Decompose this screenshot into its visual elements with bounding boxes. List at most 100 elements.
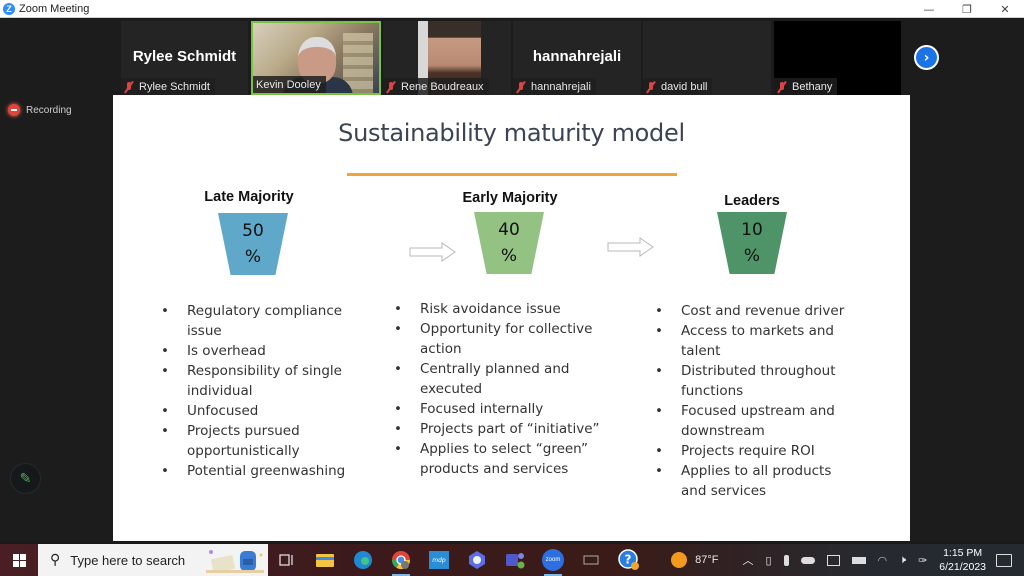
annotate-button[interactable]: ✎ — [10, 463, 41, 494]
windows-logo-icon — [12, 553, 26, 567]
stage-percent-sign: % — [244, 247, 262, 267]
bullet-item: Applies to select “green” products and s… — [390, 439, 605, 479]
pen-icon: ✑ — [918, 554, 928, 567]
participant-name-label: Rylee Schmidt — [121, 78, 215, 95]
system-tray: 87°F ︿ ▯ ◠ 🕨 ✑ 1:15 PM 6/21/2023 — [665, 544, 1024, 576]
window-controls: — ❐ ✕ — [910, 0, 1024, 18]
arrow-right-icon — [607, 237, 654, 257]
stage-percent-value: 50 — [242, 221, 264, 241]
bullet-item: Centrally planned and executed — [390, 359, 605, 399]
meeting-area: Rylee Schmidt Rylee Schmidt Kevin Dooley… — [0, 19, 1024, 541]
participant-tile[interactable]: hannahrejali hannahrejali — [513, 21, 641, 95]
participant-name-label: david bull — [643, 78, 713, 95]
help-app-button[interactable]: ? — [616, 544, 642, 576]
bullet-item: Cost and revenue driver — [651, 301, 851, 321]
tray-security-button[interactable] — [826, 554, 840, 566]
bullet-item: Access to markets and talent — [651, 321, 851, 361]
keyboard-app-button[interactable] — [578, 544, 604, 576]
mic-muted-icon — [386, 81, 396, 93]
microphone-icon — [783, 554, 789, 566]
zoom-app-button[interactable]: zoom — [540, 544, 566, 576]
show-hidden-icons-button[interactable]: ︿ — [742, 552, 753, 568]
weather-temperature: 87°F — [695, 554, 719, 566]
funnel-leaders: 10 % — [717, 212, 787, 274]
start-button[interactable] — [0, 544, 38, 576]
bullet-item: Responsibility of single individual — [157, 361, 357, 401]
app-button[interactable] — [464, 544, 490, 576]
teams-button[interactable] — [502, 544, 528, 576]
file-explorer-button[interactable] — [312, 544, 338, 576]
participant-name-label: Bethany — [774, 78, 838, 95]
taskbar-search[interactable]: ⚲ Type here to search — [38, 544, 268, 576]
weather-widget[interactable]: 87°F — [671, 552, 718, 568]
participant-tile[interactable]: Bethany — [774, 21, 901, 95]
next-participants-button[interactable]: › — [914, 45, 939, 70]
battery-button[interactable] — [851, 556, 866, 564]
bullet-list-leaders: Cost and revenue driver Access to market… — [651, 301, 851, 501]
minimize-button[interactable]: — — [910, 0, 948, 18]
system-clock[interactable]: 1:15 PM 6/21/2023 — [939, 546, 986, 574]
tray-microphone-button[interactable] — [783, 554, 789, 566]
tray-device-button[interactable]: ▯ — [765, 554, 771, 567]
mdp-app-icon: mdp — [429, 551, 449, 569]
wifi-button[interactable]: ◠ — [878, 554, 888, 567]
chevron-up-icon: ︿ — [742, 555, 754, 567]
clock-time: 1:15 PM — [943, 547, 983, 559]
bullet-item: Projects pursued opportunistically — [157, 421, 357, 461]
bullet-item: Potential greenwashing — [157, 461, 357, 481]
bullet-item: Projects part of “initiative” — [390, 419, 605, 439]
participant-name: Kevin Dooley — [256, 78, 321, 91]
bullet-list-early-majority: Risk avoidance issue Opportunity for col… — [390, 299, 605, 479]
bullet-item: Focused internally — [390, 399, 605, 419]
participant-tile[interactable]: Rylee Schmidt Rylee Schmidt — [121, 21, 248, 95]
mdp-app-button[interactable]: mdp — [426, 544, 452, 576]
security-icon — [826, 554, 840, 566]
recording-indicator[interactable]: Recording — [8, 104, 72, 116]
pen-button[interactable]: ✑ — [918, 554, 927, 567]
chevron-right-icon: › — [923, 49, 930, 66]
stage-heading-leaders: Leaders — [724, 193, 780, 209]
zoom-app-icon: zoom — [542, 549, 564, 571]
bullet-item: Distributed throughout functions — [651, 361, 851, 401]
bullet-item: Is overhead — [157, 341, 357, 361]
arrow-right-icon — [409, 242, 456, 262]
close-button[interactable]: ✕ — [986, 0, 1024, 18]
teams-icon — [506, 553, 525, 569]
chrome-browser-button[interactable] — [388, 544, 414, 576]
mic-muted-icon — [777, 81, 787, 93]
bullet-item: Opportunity for collective action — [390, 319, 605, 359]
wifi-icon: ◠ — [877, 554, 888, 567]
search-placeholder: Type here to search — [70, 552, 186, 568]
cloud-icon — [800, 556, 815, 564]
slide-title: Sustainability maturity model — [338, 119, 685, 147]
bullet-item: Regulatory compliance issue — [157, 301, 357, 341]
stage-percent-value: 40 — [498, 220, 520, 240]
clock-date: 6/21/2023 — [939, 561, 986, 573]
task-view-button[interactable] — [274, 544, 300, 576]
participant-display-name: hannahrejali — [532, 48, 622, 65]
mic-muted-icon — [516, 81, 526, 93]
sun-icon — [671, 552, 688, 568]
participant-name: david bull — [661, 80, 708, 93]
onedrive-button[interactable] — [800, 556, 815, 564]
restore-button[interactable]: ❐ — [948, 0, 986, 18]
task-view-icon — [279, 554, 293, 566]
edge-icon — [354, 551, 372, 569]
bullet-item: Projects require ROI — [651, 441, 851, 461]
stage-percent-sign: % — [743, 246, 761, 266]
participant-tile[interactable]: david bull — [643, 21, 771, 95]
participant-name: Bethany — [792, 80, 833, 93]
pencil-icon: ✎ — [19, 470, 32, 487]
svg-text:?: ? — [625, 553, 632, 567]
volume-button[interactable]: 🕨 — [899, 554, 906, 567]
participant-tile-active-speaker[interactable]: Kevin Dooley — [251, 21, 381, 95]
notifications-icon[interactable] — [996, 553, 1012, 567]
participant-name: Rene Boudreaux — [401, 80, 484, 93]
phone-link-icon: ▯ — [765, 554, 772, 567]
edge-browser-button[interactable] — [350, 544, 376, 576]
keyboard-icon — [583, 555, 599, 565]
bullet-item: Focused upstream and downstream — [651, 401, 851, 441]
shared-screen-slide: Sustainability maturity model Late Major… — [113, 95, 910, 541]
participant-tile[interactable]: Rene Boudreaux — [383, 21, 511, 95]
mic-muted-icon — [124, 81, 134, 93]
